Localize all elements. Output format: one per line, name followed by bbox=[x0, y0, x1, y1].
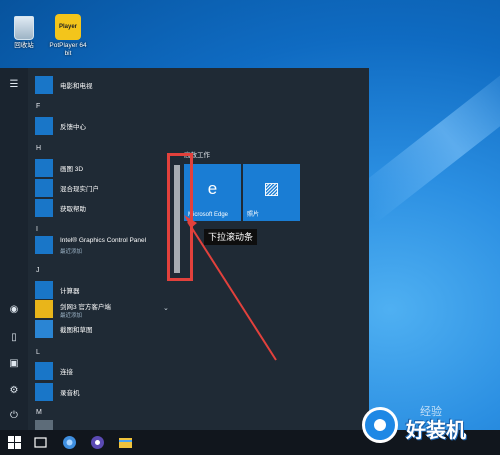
file-explorer-icon[interactable] bbox=[118, 435, 133, 450]
annotation-arrow bbox=[184, 215, 277, 361]
watermark-logo-icon bbox=[362, 407, 398, 443]
windows-start-icon[interactable] bbox=[7, 435, 22, 450]
annotation-callout: 下拉滚动条 bbox=[204, 229, 258, 245]
task-view-icon[interactable] bbox=[33, 435, 48, 450]
browser-icon[interactable] bbox=[62, 435, 77, 450]
watermark: 经验 好装机 bbox=[362, 405, 498, 445]
app-icon[interactable] bbox=[90, 435, 105, 450]
watermark-text: 好装机 bbox=[406, 418, 466, 442]
